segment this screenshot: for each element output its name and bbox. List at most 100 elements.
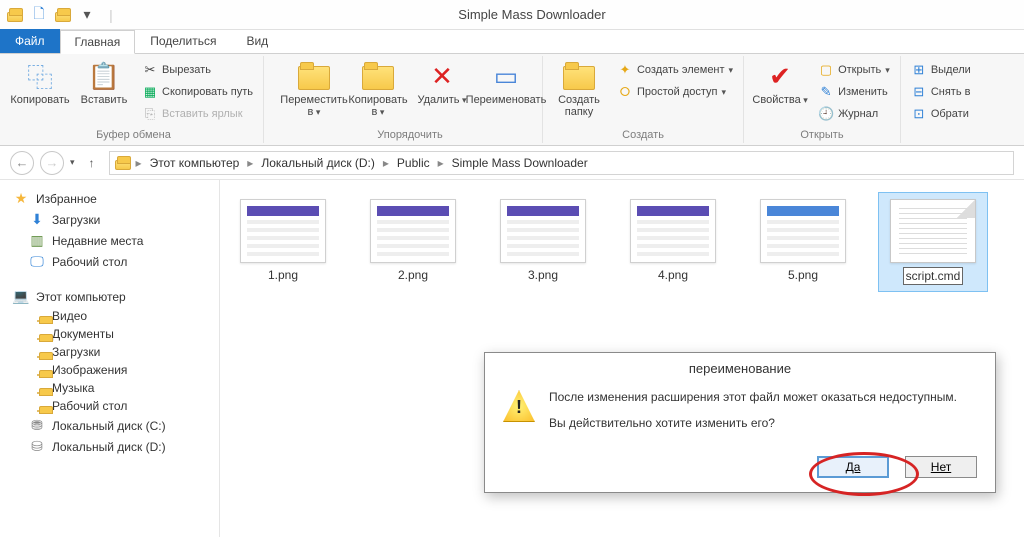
group-new: Создать папку ✦Создать элемент ▾ ⭘Просто…	[543, 56, 744, 143]
properties-button[interactable]: ✔ Свойства ▾	[750, 58, 810, 106]
nav-computer[interactable]: 💻Этот компьютер	[6, 286, 213, 307]
breadcrumb-item[interactable]: Simple Mass Downloader	[448, 154, 592, 172]
easy-access-button[interactable]: ⭘Простой доступ ▾	[613, 82, 737, 102]
breadcrumb-item[interactable]: Public	[393, 154, 434, 172]
folder-copy-icon	[362, 60, 394, 92]
edit-icon: ✎	[818, 84, 834, 100]
address-bar: ← → ▾ ↑ ▸ Этот компьютер ▸ Локальный дис…	[0, 146, 1024, 180]
edit-button[interactable]: ✎Изменить	[814, 82, 894, 102]
dialog-title: переименование	[485, 353, 995, 384]
file-item[interactable]: 3.png	[488, 192, 598, 292]
group-open: ✔ Свойства ▾ ▢Открыть ▾ ✎Изменить 🕘Журна…	[744, 56, 901, 143]
select-none-button[interactable]: ⊟Снять в	[907, 82, 975, 102]
warning-icon	[503, 390, 535, 422]
star-icon: ★	[12, 190, 30, 207]
copy-button[interactable]: ⿻ Копировать	[10, 58, 70, 106]
nav-downloads2[interactable]: Загрузки	[6, 343, 213, 361]
tab-home[interactable]: Главная	[60, 30, 136, 54]
qat-dropdown-icon[interactable]: ▾	[78, 6, 96, 24]
folder-icon	[54, 6, 72, 24]
nav-desktop2[interactable]: Рабочий стол	[6, 397, 213, 415]
nav-drive-c[interactable]: ⛃Локальный диск (C:)	[6, 415, 213, 436]
paste-button[interactable]: 📋 Вставить	[74, 58, 134, 106]
path-icon: ▦	[142, 84, 158, 100]
nav-downloads[interactable]: ⬇Загрузки	[6, 209, 213, 230]
navigation-pane: ★Избранное ⬇Загрузки ▥Недавние места 🖵Ра…	[0, 180, 220, 537]
nav-favorites[interactable]: ★Избранное	[6, 188, 213, 209]
file-name: 3.png	[526, 267, 560, 283]
invert-icon: ⊡	[911, 106, 927, 122]
open-icon: ▢	[818, 62, 834, 78]
invert-selection-button[interactable]: ⊡Обрати	[907, 104, 975, 124]
drive-icon: ⛁	[28, 438, 46, 455]
dialog-yes-button[interactable]: Да	[817, 456, 889, 478]
nav-desktop[interactable]: 🖵Рабочий стол	[6, 251, 213, 272]
file-item[interactable]: 4.png	[618, 192, 728, 292]
file-name: 4.png	[656, 267, 690, 283]
file-list[interactable]: 1.png 2.png 3.png 4.png 5.png script.cmd пере…	[220, 180, 1024, 537]
tab-share[interactable]: Поделиться	[135, 29, 231, 53]
folder-icon	[6, 6, 24, 24]
copy-path-button[interactable]: ▦Скопировать путь	[138, 82, 257, 102]
delete-button[interactable]: ✕ Удалить ▾	[412, 58, 472, 106]
image-thumbnail	[240, 199, 326, 263]
folder-arrow-icon	[298, 60, 330, 92]
open-button[interactable]: ▢Открыть ▾	[814, 60, 894, 80]
forward-button[interactable]: →	[40, 151, 64, 175]
file-name: 1.png	[266, 267, 300, 283]
history-button[interactable]: 🕘Журнал	[814, 104, 894, 124]
ribbon: ⿻ Копировать 📋 Вставить ✂Вырезать ▦Скопи…	[0, 54, 1024, 146]
breadcrumb-item[interactable]: Локальный диск (D:)	[257, 154, 379, 172]
nav-videos[interactable]: Видео	[6, 307, 213, 325]
file-item[interactable]: 2.png	[358, 192, 468, 292]
nav-drive-d[interactable]: ⛁Локальный диск (D:)	[6, 436, 213, 457]
file-name: script.cmd	[903, 267, 964, 285]
up-button[interactable]: ↑	[81, 152, 103, 174]
rename-icon: ▭	[490, 60, 522, 92]
new-folder-icon	[563, 60, 595, 92]
nav-recent[interactable]: ▥Недавние места	[6, 230, 213, 251]
file-item[interactable]: 5.png	[748, 192, 858, 292]
history-dropdown-icon[interactable]: ▾	[70, 157, 75, 168]
chevron-right-icon[interactable]: ▸	[134, 156, 144, 170]
file-name: 2.png	[396, 267, 430, 283]
nav-pictures[interactable]: Изображения	[6, 361, 213, 379]
properties-icon: ✔	[764, 60, 796, 92]
back-button[interactable]: ←	[10, 151, 34, 175]
file-item[interactable]: 1.png	[228, 192, 338, 292]
scissors-icon: ✂	[142, 62, 158, 78]
breadcrumb[interactable]: ▸ Этот компьютер ▸ Локальный диск (D:) ▸…	[109, 151, 1014, 175]
file-item[interactable]: script.cmd	[878, 192, 988, 292]
copy-icon: ⿻	[24, 60, 56, 92]
chevron-right-icon[interactable]: ▸	[436, 156, 446, 170]
shortcut-icon: ⎘	[142, 106, 158, 122]
nav-documents[interactable]: Документы	[6, 325, 213, 343]
paste-shortcut-button: ⎘Вставить ярлык	[138, 104, 257, 124]
new-doc-icon[interactable]: 🗋	[30, 6, 48, 24]
image-thumbnail	[760, 199, 846, 263]
new-item-button[interactable]: ✦Создать элемент ▾	[613, 60, 737, 80]
dialog-no-button[interactable]: Нет	[905, 456, 977, 478]
rename-button[interactable]: ▭ Переименовать	[476, 58, 536, 106]
file-name: 5.png	[786, 267, 820, 283]
group-organize: Переместить в ▾ Копировать в ▾ ✕ Удалить…	[264, 56, 543, 143]
tab-file[interactable]: Файл	[0, 29, 60, 53]
breadcrumb-item[interactable]: Этот компьютер	[146, 154, 244, 172]
ribbon-tabs: Файл Главная Поделиться Вид	[0, 30, 1024, 54]
group-clipboard: ⿻ Копировать 📋 Вставить ✂Вырезать ▦Скопи…	[4, 56, 264, 143]
window-title: Simple Mass Downloader	[120, 7, 1024, 22]
move-to-button[interactable]: Переместить в ▾	[284, 58, 344, 118]
quick-access-toolbar: 🗋 ▾ |	[0, 6, 120, 24]
new-item-icon: ✦	[617, 62, 633, 78]
chevron-right-icon[interactable]: ▸	[381, 156, 391, 170]
new-folder-button[interactable]: Создать папку	[549, 58, 609, 118]
history-icon: 🕘	[818, 106, 834, 122]
chevron-right-icon[interactable]: ▸	[245, 156, 255, 170]
copy-to-button[interactable]: Копировать в ▾	[348, 58, 408, 118]
main-area: ★Избранное ⬇Загрузки ▥Недавние места 🖵Ра…	[0, 180, 1024, 537]
select-all-button[interactable]: ⊞Выдели	[907, 60, 975, 80]
cut-button[interactable]: ✂Вырезать	[138, 60, 257, 80]
nav-music[interactable]: Музыка	[6, 379, 213, 397]
tab-view[interactable]: Вид	[231, 29, 283, 53]
dialog-text: После изменения расширения этот файл мож…	[549, 390, 957, 442]
